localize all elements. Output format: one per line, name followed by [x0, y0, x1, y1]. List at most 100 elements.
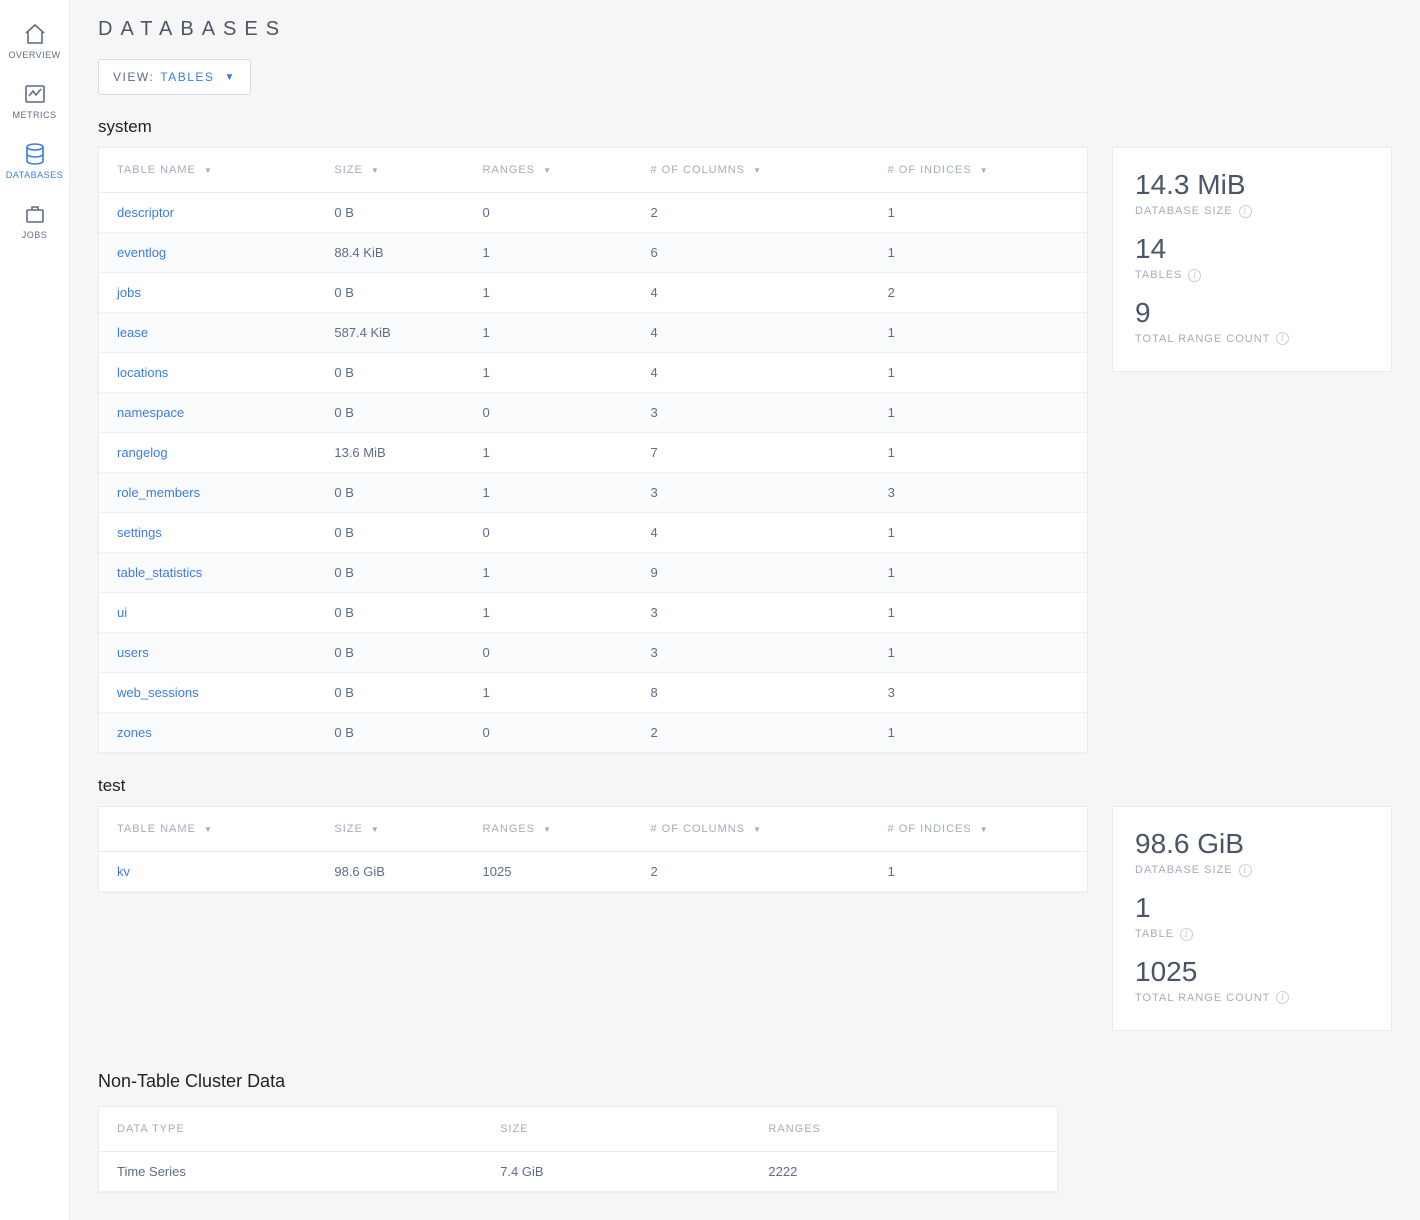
- stat-value: 14.3 MiB: [1135, 170, 1369, 201]
- jobs-icon: [23, 202, 47, 226]
- database-icon: [23, 142, 47, 166]
- column-header-size[interactable]: SIZE ▼: [316, 148, 464, 193]
- cell-num-columns: 2: [633, 713, 870, 753]
- cell-num-columns: 4: [633, 513, 870, 553]
- table-link[interactable]: web_sessions: [117, 685, 199, 700]
- table-link[interactable]: settings: [117, 525, 162, 540]
- column-header-ranges[interactable]: RANGES: [750, 1107, 1057, 1152]
- info-icon[interactable]: i: [1180, 928, 1193, 941]
- database-section-title: system: [98, 117, 1392, 137]
- column-header-size[interactable]: SIZE ▼: [316, 807, 464, 852]
- cell-num-columns: 2: [633, 852, 870, 892]
- info-icon[interactable]: i: [1239, 864, 1252, 877]
- cell-table-name: eventlog: [99, 233, 316, 273]
- table-link[interactable]: zones: [117, 725, 152, 740]
- sort-caret-icon: ▼: [204, 825, 213, 834]
- stat-database-size: 98.6 GiBDATABASE SIZE i: [1135, 829, 1369, 877]
- tables-table: TABLE NAME ▼SIZE ▼RANGES ▼# OF COLUMNS ▼…: [98, 806, 1088, 893]
- cell-table-name: kv: [99, 852, 316, 892]
- column-header-num-columns[interactable]: # OF COLUMNS ▼: [633, 148, 870, 193]
- view-label: VIEW:: [113, 70, 154, 84]
- cell-size: 0 B: [316, 633, 464, 673]
- cell-data-type: Time Series: [99, 1152, 482, 1192]
- column-header-table-name[interactable]: TABLE NAME ▼: [99, 148, 316, 193]
- table-row: eventlog88.4 KiB161: [99, 233, 1087, 273]
- table-link[interactable]: namespace: [117, 405, 184, 420]
- column-header-data-type[interactable]: DATA TYPE: [99, 1107, 482, 1152]
- table-row: ui0 B131: [99, 593, 1087, 633]
- stat-value: 98.6 GiB: [1135, 829, 1369, 860]
- cell-ranges: 1: [465, 433, 633, 473]
- cell-size: 587.4 KiB: [316, 313, 464, 353]
- table-link[interactable]: lease: [117, 325, 148, 340]
- sort-caret-icon: ▼: [753, 166, 762, 175]
- cell-num-indices: 2: [870, 273, 1087, 313]
- cell-num-columns: 4: [633, 313, 870, 353]
- stat-database-size: 14.3 MiBDATABASE SIZE i: [1135, 170, 1369, 218]
- column-header-size[interactable]: SIZE: [482, 1107, 750, 1152]
- column-header-num-columns[interactable]: # OF COLUMNS ▼: [633, 807, 870, 852]
- sidebar-item-metrics[interactable]: METRICS: [0, 70, 69, 130]
- database-row: TABLE NAME ▼SIZE ▼RANGES ▼# OF COLUMNS ▼…: [98, 806, 1392, 1031]
- database-summary-card: 98.6 GiBDATABASE SIZE i1TABLE i1025TOTAL…: [1112, 806, 1392, 1031]
- cell-num-columns: 8: [633, 673, 870, 713]
- table-link[interactable]: jobs: [117, 285, 141, 300]
- table-link[interactable]: kv: [117, 864, 130, 879]
- info-icon[interactable]: i: [1188, 269, 1201, 282]
- cell-ranges: 2222: [750, 1152, 1057, 1192]
- table-link[interactable]: users: [117, 645, 149, 660]
- stat-value: 1: [1135, 893, 1369, 924]
- column-header-num-indices[interactable]: # OF INDICES ▼: [870, 148, 1087, 193]
- table-row: descriptor0 B021: [99, 193, 1087, 233]
- stat-value: 14: [1135, 234, 1369, 265]
- cell-ranges: 1025: [465, 852, 633, 892]
- cell-table-name: namespace: [99, 393, 316, 433]
- cell-num-columns: 2: [633, 193, 870, 233]
- table-row: locations0 B141: [99, 353, 1087, 393]
- table-link[interactable]: descriptor: [117, 205, 174, 220]
- cell-size: 7.4 GiB: [482, 1152, 750, 1192]
- cell-table-name: users: [99, 633, 316, 673]
- cell-table-name: role_members: [99, 473, 316, 513]
- info-icon[interactable]: i: [1276, 332, 1289, 345]
- table-link[interactable]: ui: [117, 605, 127, 620]
- sort-caret-icon: ▼: [980, 825, 989, 834]
- database-row: TABLE NAME ▼SIZE ▼RANGES ▼# OF COLUMNS ▼…: [98, 147, 1392, 754]
- sidebar-item-jobs[interactable]: JOBS: [0, 190, 69, 250]
- table-row: namespace0 B031: [99, 393, 1087, 433]
- cell-num-columns: 3: [633, 633, 870, 673]
- info-icon[interactable]: i: [1239, 205, 1252, 218]
- table-link[interactable]: role_members: [117, 485, 200, 500]
- info-icon[interactable]: i: [1276, 991, 1289, 1004]
- cell-table-name: rangelog: [99, 433, 316, 473]
- table-link[interactable]: rangelog: [117, 445, 168, 460]
- main-content: DATABASES VIEW: TABLES ▼ systemTABLE NAM…: [70, 0, 1420, 1220]
- cell-num-columns: 4: [633, 353, 870, 393]
- column-header-table-name[interactable]: TABLE NAME ▼: [99, 807, 316, 852]
- sidebar-item-overview[interactable]: OVERVIEW: [0, 10, 69, 70]
- view-dropdown[interactable]: VIEW: TABLES ▼: [98, 59, 251, 95]
- table-row: kv98.6 GiB102521: [99, 852, 1087, 892]
- column-header-ranges[interactable]: RANGES ▼: [465, 807, 633, 852]
- cell-table-name: web_sessions: [99, 673, 316, 713]
- cell-size: 0 B: [316, 473, 464, 513]
- cell-ranges: 1: [465, 233, 633, 273]
- sidebar-item-label: METRICS: [13, 110, 57, 120]
- sort-caret-icon: ▼: [543, 825, 552, 834]
- cell-ranges: 1: [465, 473, 633, 513]
- cell-size: 0 B: [316, 673, 464, 713]
- stat-tables-count: 14 TABLES i: [1135, 234, 1369, 282]
- cell-table-name: zones: [99, 713, 316, 753]
- cell-num-indices: 1: [870, 353, 1087, 393]
- table-link[interactable]: locations: [117, 365, 168, 380]
- table-link[interactable]: table_statistics: [117, 565, 202, 580]
- sidebar-item-databases[interactable]: DATABASES: [0, 130, 69, 190]
- column-header-num-indices[interactable]: # OF INDICES ▼: [870, 807, 1087, 852]
- cell-num-columns: 3: [633, 593, 870, 633]
- table-link[interactable]: eventlog: [117, 245, 166, 260]
- table-row: lease587.4 KiB141: [99, 313, 1087, 353]
- non-table-title: Non-Table Cluster Data: [98, 1071, 1392, 1092]
- sidebar: OVERVIEW METRICS DATABASES JOBS: [0, 0, 70, 1220]
- stat-label: TABLES i: [1135, 269, 1369, 282]
- column-header-ranges[interactable]: RANGES ▼: [465, 148, 633, 193]
